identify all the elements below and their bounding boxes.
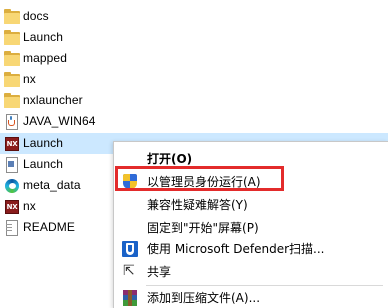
file-name: Launch — [23, 157, 63, 171]
menu-item-label: 固定到"开始"屏幕(P) — [147, 221, 259, 235]
winrar-icon — [122, 290, 138, 306]
text-document-icon — [4, 220, 20, 236]
shortcut-file-icon — [4, 157, 20, 173]
nx-app-icon: NX — [4, 136, 20, 152]
folder-icon — [4, 51, 20, 67]
context-menu: 打开(O) 以管理员身份运行(A) 兼容性疑难解答(Y) 固定到"开始"屏幕(P… — [113, 141, 388, 308]
file-name: README — [23, 220, 75, 234]
menu-item-label: 共享 — [147, 265, 172, 279]
menu-item-defender-scan[interactable]: 使用 Microsoft Defender扫描... — [114, 237, 388, 261]
folder-icon — [4, 72, 20, 88]
defender-shield-icon — [122, 241, 138, 257]
file-name: docs — [23, 9, 49, 23]
menu-item-add-to-archive[interactable]: 添加到压缩文件(A)... — [114, 286, 388, 308]
folder-icon — [4, 9, 20, 25]
menu-item-label: 添加到压缩文件(A)... — [147, 291, 261, 305]
menu-item-troubleshoot-compatibility[interactable]: 兼容性疑难解答(Y) — [114, 193, 388, 217]
java-file-icon — [4, 114, 20, 130]
menu-item-label: 兼容性疑难解答(Y) — [147, 198, 248, 212]
menu-item-open[interactable]: 打开(O) — [114, 147, 388, 171]
menu-item-label: 打开(O) — [147, 152, 193, 166]
uac-shield-icon — [122, 174, 138, 190]
file-name: nx — [23, 199, 36, 213]
file-name: Launch — [23, 30, 63, 44]
file-name: nx — [23, 72, 36, 86]
edge-html-icon — [4, 178, 20, 194]
file-name: nxlauncher — [23, 93, 83, 107]
folder-icon — [4, 30, 20, 46]
share-icon: ⇱ — [123, 263, 135, 279]
file-name: meta_data — [23, 178, 81, 192]
nx-app-icon: NX — [4, 199, 20, 215]
file-name: Launch — [23, 136, 63, 150]
menu-item-label: 以管理员身份运行(A) — [147, 175, 261, 189]
menu-item-share[interactable]: ⇱ 共享 — [114, 260, 388, 284]
file-name: mapped — [23, 51, 67, 65]
folder-icon — [4, 93, 20, 109]
file-name: JAVA_WIN64 — [23, 114, 96, 128]
menu-item-run-as-admin[interactable]: 以管理员身份运行(A) — [114, 170, 388, 194]
menu-item-label: 使用 Microsoft Defender扫描... — [147, 242, 325, 256]
